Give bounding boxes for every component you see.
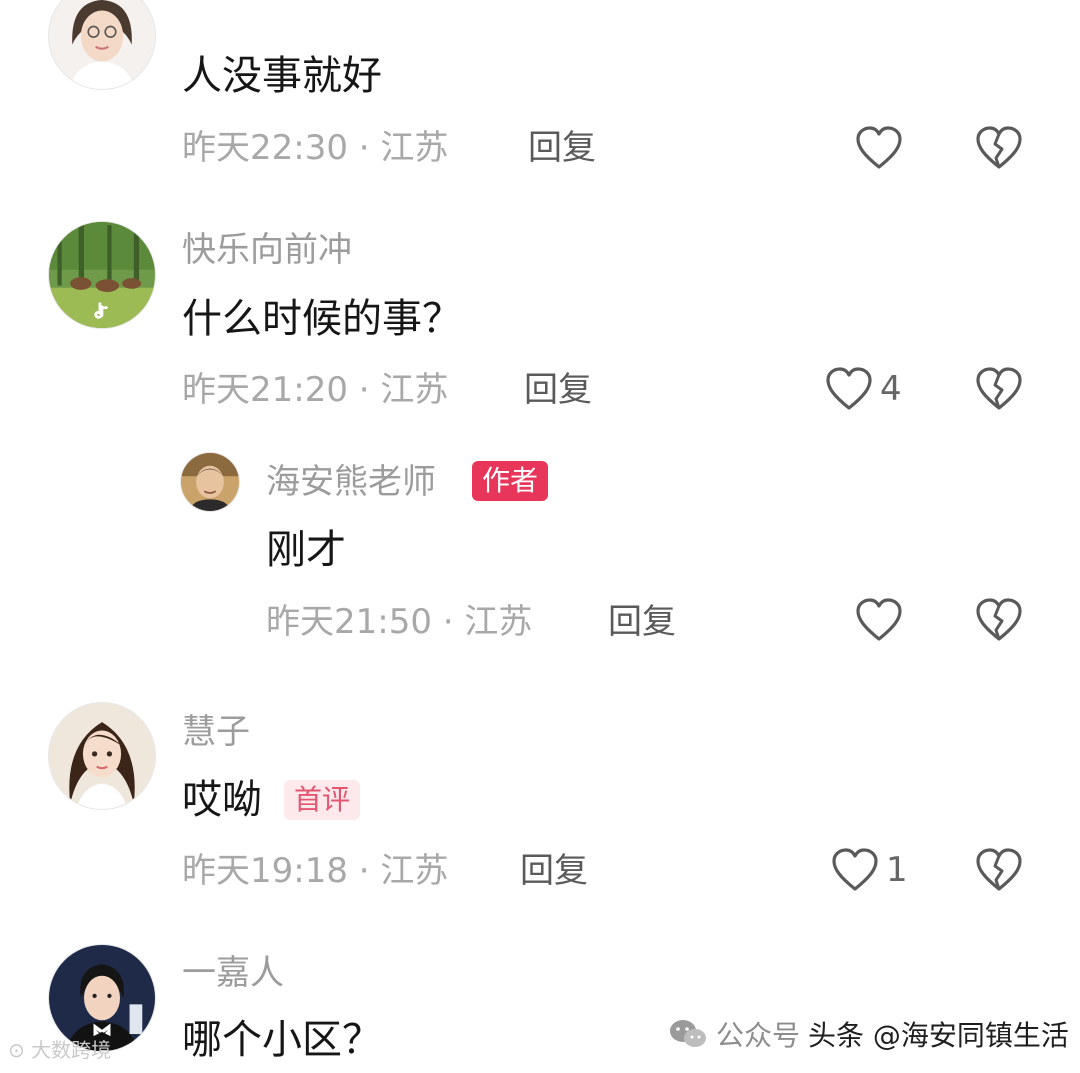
broken-heart-icon [976,598,1022,641]
avatar[interactable] [180,452,240,512]
username[interactable]: 慧子 [182,712,250,752]
comment-text: 哪个小区？ [182,1017,382,1063]
like-button[interactable]: 4 [824,366,902,412]
reply-button[interactable]: 回复 [608,602,676,642]
reply-button[interactable]: 回复 [528,128,596,168]
comment-meta: 昨天22:30 · 江苏 [182,128,449,168]
comment-text: 人没事就好 [182,53,382,99]
avatar[interactable] [48,702,156,810]
heart-outline-icon [856,126,902,169]
username[interactable]: 快乐向前冲 [182,230,352,270]
like-count: 4 [880,369,902,409]
wechat-icon [670,1020,706,1047]
avatar[interactable] [48,0,156,90]
dislike-button[interactable] [974,125,1024,171]
comment-meta: 昨天19:18 · 江苏 [182,851,449,891]
toutiao-label: 头条 @海安同镇生活 [808,1019,1069,1052]
heart-outline-icon [826,367,872,410]
first-comment-badge: 首评 [284,780,361,820]
comment-meta: 昨天21:20 · 江苏 [182,370,449,410]
heart-outline-icon [832,848,878,891]
like-count: 1 [886,850,908,890]
watermark-left: ⊙ 大数跨境 [8,1036,111,1064]
dislike-button[interactable] [974,597,1024,643]
comment-meta: 昨天21:50 · 江苏 [266,602,533,642]
like-button[interactable]: 1 [830,847,908,893]
username[interactable]: 一嘉人 [182,953,284,993]
heart-outline-icon [856,598,902,641]
author-badge: 作者 [472,461,549,501]
username[interactable]: 海安熊老师 [266,462,436,502]
weibo-logo-icon: ⊙ [8,1038,25,1062]
reply-button[interactable]: 回复 [520,851,588,891]
comment-text: 刚才 [266,527,346,573]
reply-button[interactable]: 回复 [524,370,592,410]
comment-list: 人没事就好 昨天22:30 · 江苏 回复 快乐向前冲 什么时候的事？ 昨天21 [0,0,1080,1073]
like-button[interactable] [854,125,904,171]
wechat-label: 公众号 [716,1019,801,1052]
watermark-text: 大数跨境 [31,1038,112,1062]
like-button[interactable] [854,597,904,643]
dislike-button[interactable] [974,847,1024,893]
avatar[interactable] [48,221,156,329]
broken-heart-icon [976,848,1022,891]
comment-text: 什么时候的事？ [182,296,462,342]
watermark-right: 公众号 头条 @海安同镇生活 [668,1012,1069,1056]
comment-text: 哎呦 [182,777,262,823]
dislike-button[interactable] [974,366,1024,412]
broken-heart-icon [976,367,1022,410]
broken-heart-icon [976,126,1022,169]
